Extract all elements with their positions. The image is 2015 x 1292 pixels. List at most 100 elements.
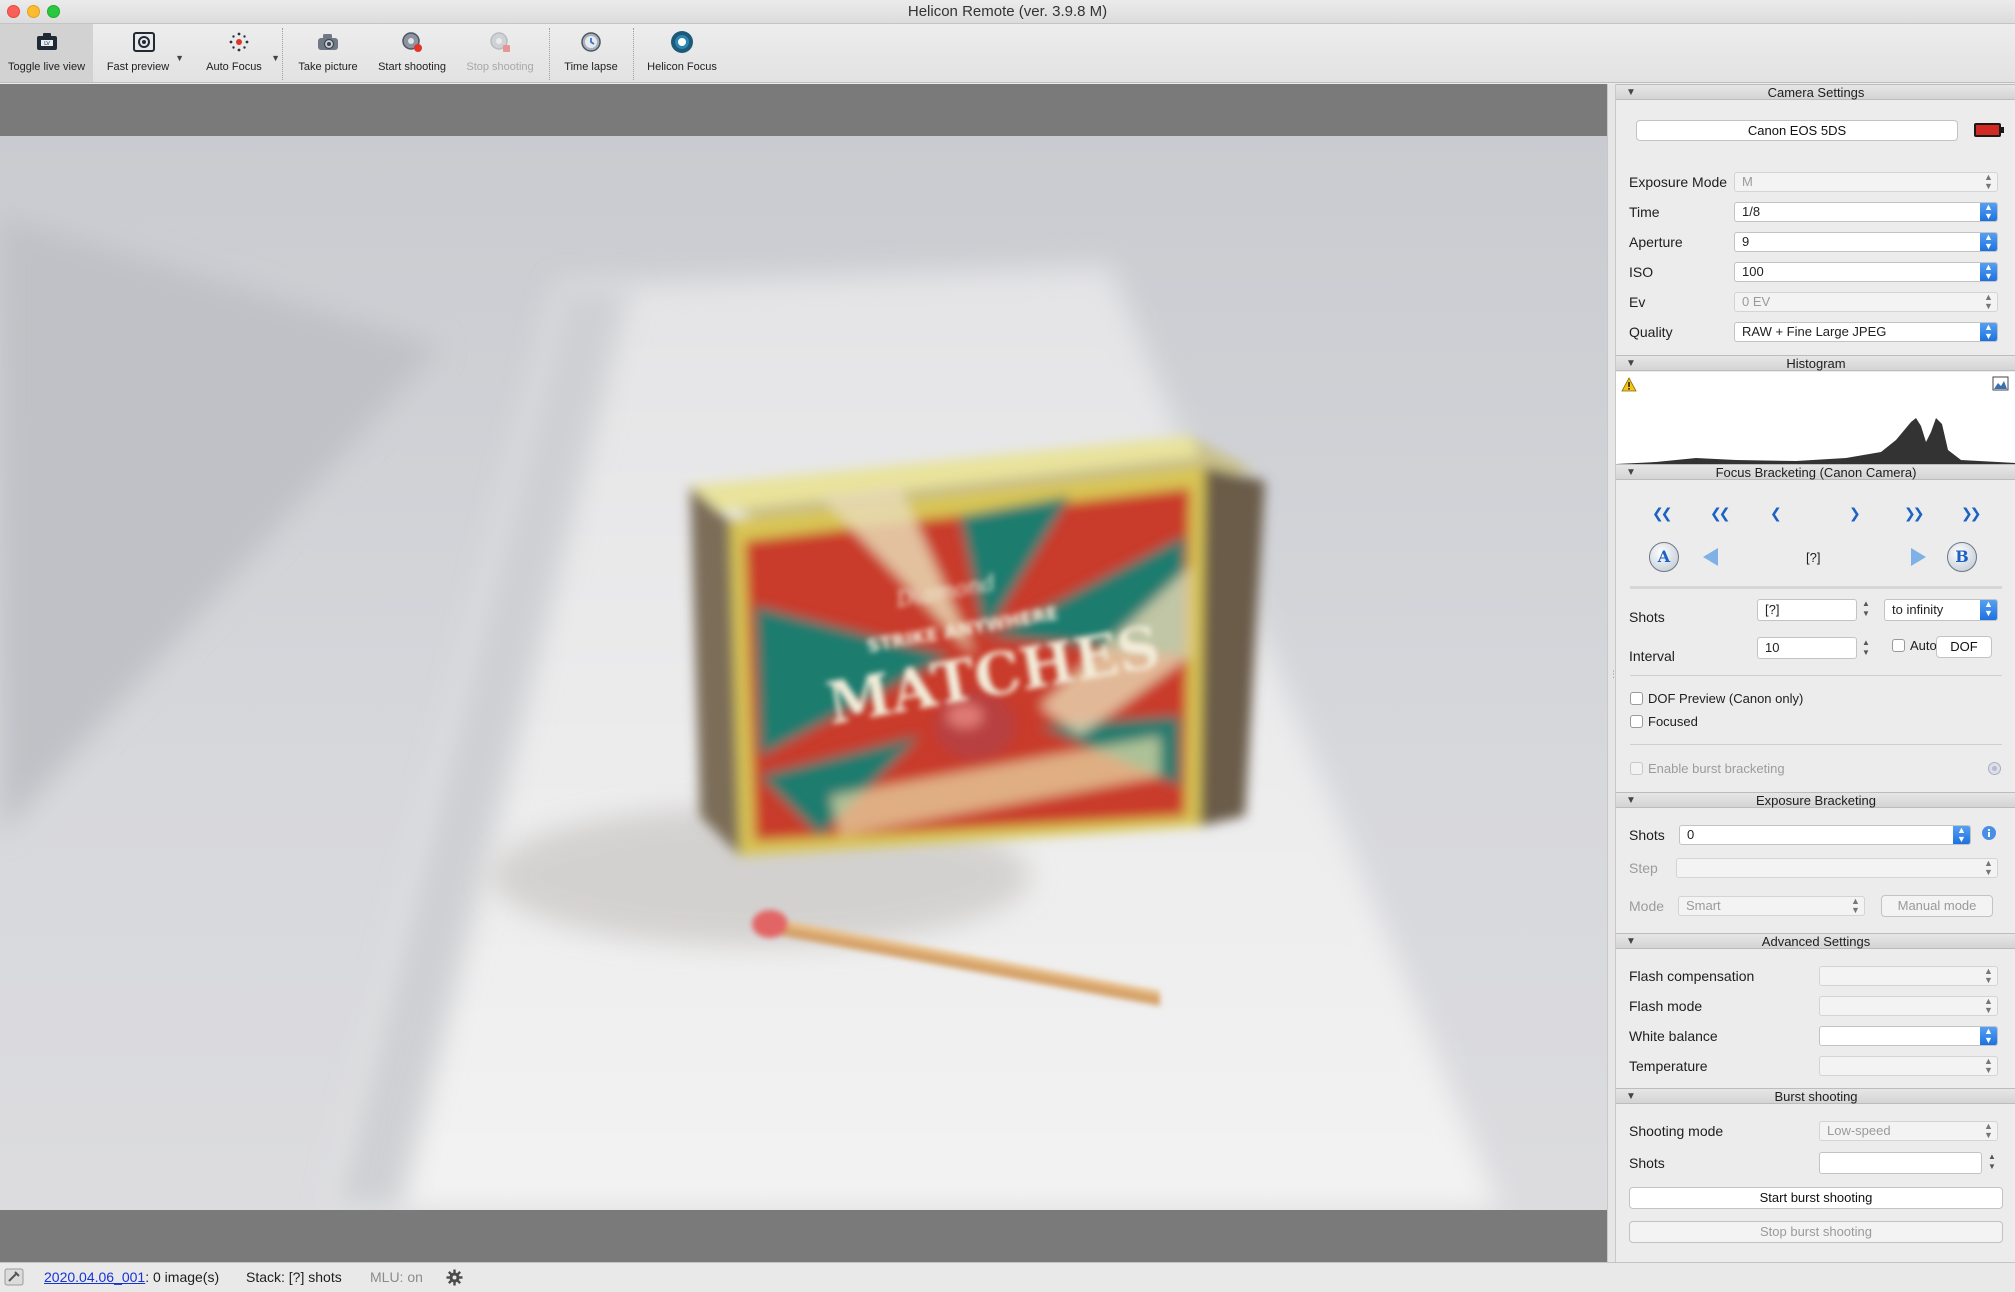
set-point-b-button[interactable]: B (1947, 542, 1977, 572)
helicon-focus-button[interactable]: Helicon Focus (640, 24, 724, 82)
chevron-down-icon[interactable]: ▼ (175, 53, 184, 63)
exposure-bracketing-header[interactable]: ▼ Exposure Bracketing (1616, 792, 2015, 808)
warning-icon[interactable] (1621, 377, 1637, 392)
camera-settings-header[interactable]: ▼ Camera Settings (1616, 84, 2015, 100)
focus-bracketing-header[interactable]: ▼ Focus Bracketing (Canon Camera) (1616, 464, 2015, 480)
exposure-shots-value: 0 (1687, 827, 1695, 842)
time-select[interactable]: 1/8 ▲ ▼ (1734, 202, 1998, 222)
focus-far-back-icon[interactable]: ❮❮ (1710, 505, 1731, 522)
shooting-mode-select[interactable]: Low-speed ▲ ▼ (1819, 1121, 1998, 1141)
collapse-triangle-icon[interactable]: ▼ (1626, 465, 1636, 480)
stop-burst-shooting-button[interactable]: Stop burst shooting (1629, 1221, 2003, 1243)
toolbar: LV Toggle live view Fast preview ▼ Auto … (0, 24, 2015, 83)
iso-select[interactable]: 100 ▲ ▼ (1734, 262, 1998, 282)
focus-back-icon[interactable]: ❮ (1770, 505, 1782, 522)
focus-far-forward-icon[interactable]: ❯❯ (1904, 505, 1925, 522)
move-right-icon[interactable] (1909, 546, 1929, 568)
interval-stepper[interactable]: ▲ ▼ (1860, 638, 1872, 660)
folder-link[interactable]: 2020.04.06_001 (44, 1269, 145, 1285)
start-burst-shooting-button[interactable]: Start burst shooting (1629, 1187, 2003, 1209)
minimize-window-button[interactable] (27, 5, 40, 18)
burst-shots-stepper[interactable]: ▲ ▼ (1986, 1152, 1998, 1174)
live-view-image[interactable]: MATCHES STRIKE ANYWHERE Diamond (0, 136, 1607, 1210)
manual-mode-button[interactable]: Manual mode (1881, 895, 1993, 917)
collapse-triangle-icon[interactable]: ▼ (1626, 85, 1636, 100)
histogram-mode-icon[interactable] (1992, 376, 2009, 391)
burst-settings-icon[interactable] (1987, 761, 2002, 776)
burst-shots-input[interactable] (1819, 1152, 1982, 1174)
auto-interval-checkbox[interactable] (1892, 639, 1905, 652)
collapse-triangle-icon[interactable]: ▼ (1626, 793, 1636, 808)
collapse-triangle-icon[interactable]: ▼ (1626, 1089, 1636, 1104)
collapse-triangle-icon[interactable]: ▼ (1626, 934, 1636, 949)
advanced-settings-title: Advanced Settings (1761, 934, 1871, 949)
up-down-icon: ▲ ▼ (1980, 233, 1997, 251)
mode-label: Mode (1629, 898, 1665, 914)
toggle-live-view-button[interactable]: LV Toggle live view (0, 24, 93, 82)
temperature-select[interactable]: ▲ ▼ (1819, 1056, 1998, 1076)
exposure-shots-select[interactable]: 0 ▲ ▼ (1679, 825, 1971, 845)
chevron-down-icon[interactable]: ▼ (271, 53, 280, 63)
quality-select[interactable]: RAW + Fine Large JPEG ▲ ▼ (1734, 322, 1998, 342)
flash-mode-select[interactable]: ▲ ▼ (1819, 996, 1998, 1016)
close-window-button[interactable] (7, 5, 20, 18)
up-down-icon: ▲ ▼ (1984, 292, 1993, 311)
flash-compensation-select[interactable]: ▲ ▼ (1819, 966, 1998, 986)
burst-bracketing-checkbox[interactable] (1630, 762, 1643, 775)
focus-forward-icon[interactable]: ❯ (1849, 505, 1861, 522)
up-down-icon: ▲ ▼ (1980, 323, 1997, 341)
tools-icon[interactable] (4, 1268, 24, 1286)
mlu-status: MLU: on (370, 1269, 423, 1285)
quality-value: RAW + Fine Large JPEG (1742, 324, 1887, 339)
panel-splitter[interactable]: ⋮ (1607, 84, 1618, 1262)
ev-select[interactable]: 0 EV ▲ ▼ (1734, 292, 1998, 312)
iso-value: 100 (1742, 264, 1764, 279)
take-picture-button[interactable]: Take picture (290, 24, 366, 82)
live-view-area[interactable]: MATCHES STRIKE ANYWHERE Diamond (0, 84, 1607, 1262)
auto-focus-label: Auto Focus (206, 61, 262, 73)
up-down-icon: ▲ ▼ (1953, 826, 1970, 844)
step-select[interactable]: ▲ ▼ (1676, 858, 1998, 878)
time-lapse-button[interactable]: Time lapse (556, 24, 626, 82)
dof-button[interactable]: DOF (1936, 636, 1992, 658)
start-shooting-button[interactable]: Start shooting (372, 24, 452, 82)
up-down-icon: ▲ ▼ (1980, 600, 1997, 620)
move-left-icon[interactable] (1700, 546, 1720, 568)
status-bar: 2020.04.06_001: 0 image(s) Stack: [?] sh… (0, 1262, 2015, 1292)
up-down-icon: ▲ ▼ (1984, 966, 1993, 985)
fast-preview-button[interactable]: Fast preview ▼ (104, 24, 184, 82)
set-point-a-button[interactable]: A (1649, 542, 1679, 572)
focus-position-value: [?] (1806, 550, 1821, 565)
focus-farthest-forward-icon[interactable]: ❯❯ (1961, 505, 1982, 522)
focus-farthest-back-icon[interactable]: ❮❮ (1652, 505, 1673, 522)
exposure-mode-select[interactable]: M ▲ ▼ (1734, 172, 1998, 192)
aperture-select[interactable]: 9 ▲ ▼ (1734, 232, 1998, 252)
stop-shooting-label: Stop shooting (466, 61, 534, 73)
zoom-window-button[interactable] (47, 5, 60, 18)
exposure-mode-value: M (1742, 174, 1753, 189)
stop-shooting-button[interactable]: Stop shooting (458, 24, 542, 82)
focus-shots-stepper[interactable]: ▲ ▼ (1860, 599, 1872, 621)
toolbar-separator (549, 28, 550, 80)
info-icon[interactable] (1981, 825, 1997, 841)
focused-checkbox[interactable] (1630, 715, 1643, 728)
interval-input[interactable]: 10 (1757, 637, 1857, 659)
focus-range-select[interactable]: to infinity ▲ ▼ (1884, 599, 1998, 621)
histogram-header[interactable]: ▼ Histogram (1616, 355, 2015, 371)
helicon-focus-icon (671, 31, 693, 53)
burst-shooting-header[interactable]: ▼ Burst shooting (1616, 1088, 2015, 1104)
toggle-live-view-label: Toggle live view (7, 61, 86, 73)
advanced-settings-header[interactable]: ▼ Advanced Settings (1616, 933, 2015, 949)
time-label: Time (1629, 204, 1660, 220)
focus-shots-input[interactable]: [?] (1757, 599, 1857, 621)
collapse-triangle-icon[interactable]: ▼ (1626, 356, 1636, 371)
histogram-graph (1616, 418, 2015, 464)
mode-select[interactable]: Smart ▲ ▼ (1678, 896, 1865, 916)
auto-focus-button[interactable]: Auto Focus ▼ (200, 24, 280, 82)
gear-icon[interactable] (446, 1269, 463, 1286)
settings-panel: ▼ Camera Settings Canon EOS 5DS Exposure… (1615, 84, 2015, 1262)
camera-name-button[interactable]: Canon EOS 5DS (1636, 120, 1958, 141)
dof-preview-checkbox[interactable] (1630, 692, 1643, 705)
histogram-view (1616, 372, 2015, 464)
white-balance-select[interactable]: ▲ ▼ (1819, 1026, 1998, 1046)
